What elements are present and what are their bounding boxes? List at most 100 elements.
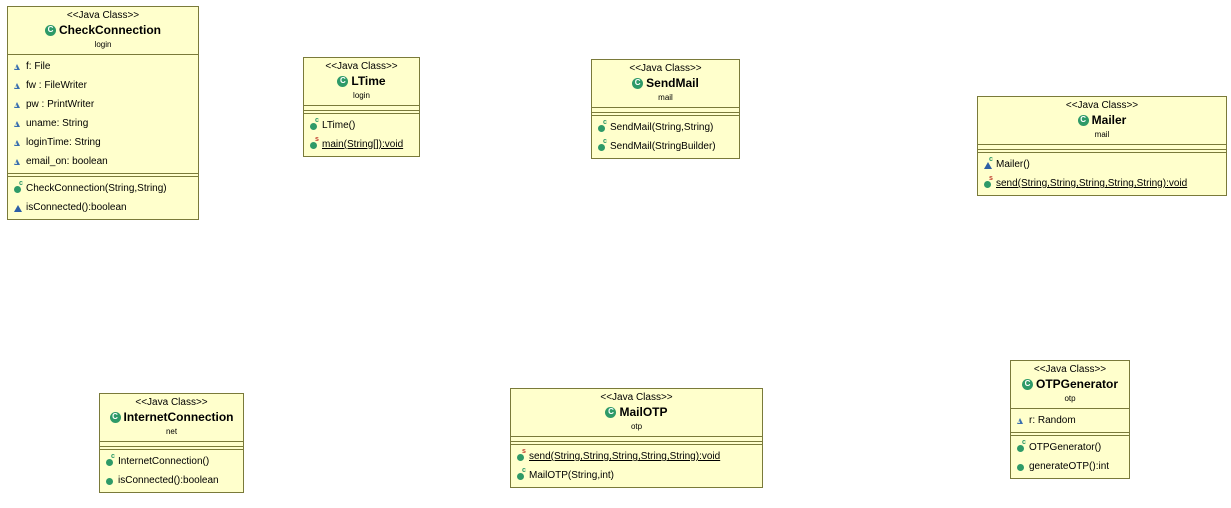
method-row[interactable]: s send(String,String,String,String,String… (511, 447, 762, 466)
class-icon: C (632, 77, 644, 89)
package-label: otp (1064, 394, 1076, 403)
method-row[interactable]: c CheckConnection(String,String) (8, 179, 198, 198)
method-text: generateOTP():int (1029, 461, 1110, 472)
method-text: isConnected():boolean (26, 202, 127, 213)
field-row[interactable]: r: Random (1011, 411, 1129, 430)
package-field-icon (13, 61, 26, 73)
public-method-icon: s (309, 135, 322, 151)
method-row[interactable]: c OTPGenerator() (1011, 438, 1129, 457)
class-name: C MailOTP (513, 404, 760, 420)
class-box-ltime[interactable]: <<Java Class>> C LTime login c LTime() s main(S… (303, 57, 420, 157)
class-name: C CheckConnection (10, 22, 196, 38)
stereotype-label: <<Java Class>> (629, 63, 702, 74)
package-method-icon: c (983, 155, 996, 171)
constructor-marker-icon: c (603, 137, 607, 145)
public-dot-icon (1017, 463, 1024, 471)
class-icon: C (1077, 114, 1089, 126)
package-label: mail (1094, 130, 1110, 139)
field-row[interactable]: loginTime: String (8, 133, 198, 152)
class-box-internet-connection[interactable]: <<Java Class>> C InternetConnection net c Int… (99, 393, 244, 493)
method-text: MailOTP(String,int) (529, 470, 615, 481)
class-icon: C (337, 75, 349, 87)
method-text: LTime() (322, 120, 356, 131)
method-text: Mailer() (996, 159, 1030, 170)
public-method-icon: c (105, 453, 118, 468)
method-row[interactable]: isConnected():boolean (100, 471, 243, 490)
stereotype-label: <<Java Class>> (1033, 364, 1107, 375)
field-row[interactable]: pw : PrintWriter (8, 95, 198, 114)
stereotype-label: <<Java Class>> (325, 61, 398, 72)
class-icon: C (109, 411, 121, 423)
class-header: <<Java Class>> C InternetConnection net (100, 394, 243, 442)
constructor-marker-icon: c (19, 179, 23, 187)
class-box-otpgenerator[interactable]: <<Java Class>> C OTPGenerator otp r: Random c… (1010, 360, 1130, 479)
method-row[interactable]: c Mailer() (978, 155, 1226, 174)
class-header: <<Java Class>> C MailOTP otp (511, 389, 762, 437)
method-row[interactable]: isConnected():boolean (8, 198, 198, 217)
field-row[interactable]: email_on: boolean (8, 152, 198, 171)
class-box-mailer[interactable]: <<Java Class>> C Mailer mail c Mailer() s send(… (977, 96, 1227, 196)
method-row[interactable]: c SendMail(String,String) (592, 118, 739, 137)
visibility-triangle-icon (14, 63, 20, 70)
method-text: SendMail(String,String) (610, 122, 714, 133)
class-box-send-mail[interactable]: <<Java Class>> C SendMail mail c SendMail(Str… (591, 59, 740, 159)
method-row[interactable]: c LTime() (304, 116, 419, 135)
method-text: OTPGenerator() (1029, 442, 1102, 453)
static-marker-icon: s (315, 135, 319, 143)
method-row[interactable]: generateOTP():int (1011, 457, 1129, 476)
field-text: r: Random (1029, 415, 1076, 426)
static-marker-icon: s (989, 174, 993, 182)
constructor-marker-icon: c (603, 118, 607, 126)
constructor-marker-icon: c (315, 116, 319, 124)
method-text: InternetConnection() (118, 456, 210, 467)
class-header: <<Java Class>> C Mailer mail (978, 97, 1226, 145)
field-row[interactable]: uname: String (8, 114, 198, 133)
method-row[interactable]: c InternetConnection() (100, 452, 243, 471)
method-text: CheckConnection(String,String) (26, 183, 167, 194)
package-field-icon (1016, 415, 1029, 427)
class-icon: C (44, 24, 56, 36)
fields-section (100, 442, 243, 450)
methods-section: c CheckConnection(String,String) isConnect… (8, 177, 198, 219)
package-label: otp (630, 422, 643, 431)
field-text: loginTime: String (26, 137, 101, 148)
method-text: send(String,String,String,String,String)… (996, 178, 1188, 189)
field-text: f: File (26, 61, 51, 72)
method-row[interactable]: s send(String,String,String,String,String… (978, 174, 1226, 193)
class-name-text: LTime (351, 74, 386, 88)
class-name: C LTime (306, 73, 417, 89)
class-box-check-connection[interactable]: <<Java Class>> C CheckConnection login f: Fi… (7, 6, 199, 220)
method-row[interactable]: c SendMail(StringBuilder) (592, 137, 739, 156)
class-name: C InternetConnection (102, 409, 241, 425)
field-text: pw : PrintWriter (26, 99, 95, 110)
field-row[interactable]: fw : FileWriter (8, 76, 198, 95)
constructor-marker-icon: c (989, 155, 993, 163)
methods-section: c LTime() s main(String[]):void (304, 114, 419, 156)
methods-section: c OTPGenerator() generateOTP():int (1011, 436, 1129, 478)
visibility-triangle-icon (14, 139, 20, 146)
field-text: fw : FileWriter (26, 80, 87, 91)
package-label: net (165, 427, 178, 436)
package-method-icon (13, 202, 26, 214)
constructor-marker-icon: c (522, 466, 526, 474)
method-row[interactable]: c MailOTP(String,int) (511, 466, 762, 485)
package-field-icon (13, 137, 26, 149)
public-method-icon: c (13, 179, 26, 195)
fields-section (978, 145, 1226, 153)
field-row[interactable]: f: File (8, 57, 198, 76)
visibility-triangle-icon (14, 120, 20, 127)
static-marker-icon: s (522, 447, 526, 455)
class-box-mail-otp[interactable]: <<Java Class>> C MailOTP otp s send(String,St… (510, 388, 763, 488)
method-row[interactable]: s main(String[]):void (304, 135, 419, 154)
method-text: isConnected():boolean (118, 475, 219, 486)
method-text: main(String[]):void (322, 139, 404, 150)
visibility-triangle-icon (14, 82, 20, 89)
class-name-text: OTPGenerator (1035, 377, 1119, 391)
class-name: C SendMail (594, 75, 737, 91)
method-text: send(String,String,String,String,String)… (529, 451, 721, 462)
package-field-icon (13, 99, 26, 111)
package-label: login (353, 91, 370, 100)
class-icon: C (605, 406, 617, 418)
class-header: <<Java Class>> C SendMail mail (592, 60, 739, 108)
constructor-marker-icon: c (1022, 438, 1026, 446)
